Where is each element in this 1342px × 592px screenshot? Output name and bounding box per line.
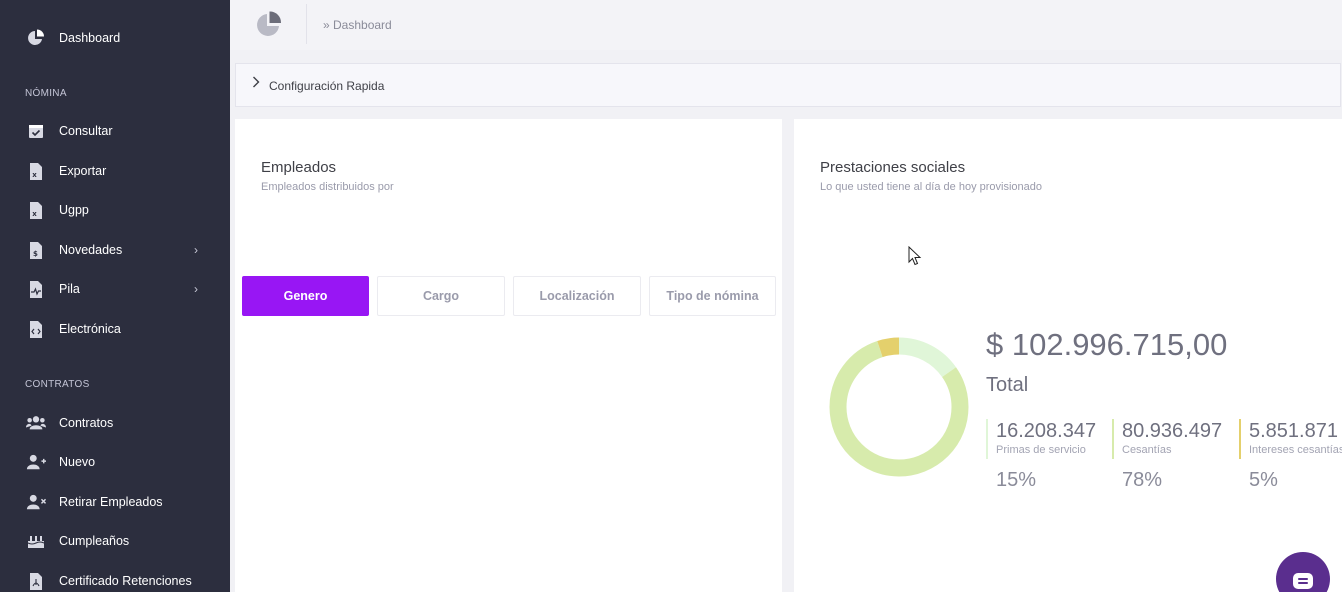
stat-cesantias: 80.936.497 Cesantías (1112, 419, 1222, 459)
money-file-icon: $ (26, 240, 46, 260)
tab-localizacion[interactable]: Localización (513, 276, 641, 316)
stat-value: 80.936.497 (1122, 420, 1223, 442)
top-header: » Dashboard (230, 0, 1342, 50)
stat-name: Intereses cesantías (1249, 444, 1342, 456)
user-plus-icon (26, 452, 46, 472)
sidebar-section-contratos: CONTRATOS (25, 379, 90, 390)
user-remove-icon (26, 492, 46, 512)
sidebar-item-cumpleanos[interactable]: Cumpleaños (0, 523, 230, 559)
empleados-subtitle: Empleados distribuidos por (261, 181, 394, 193)
sidebar-item-electronica[interactable]: Electrónica (0, 311, 230, 347)
prestaciones-title: Prestaciones sociales (820, 159, 966, 176)
sidebar-item-label: Electrónica (59, 322, 121, 336)
quick-config-toggle[interactable]: Configuración Rapida (235, 63, 1341, 107)
sidebar-item-pila[interactable]: Pila › (0, 271, 230, 307)
stat-name: Cesantías (1122, 444, 1172, 456)
tab-genero[interactable]: Genero (242, 276, 369, 316)
pdf-file-icon (26, 571, 46, 591)
sidebar-item-label: Dashboard (59, 31, 121, 45)
sidebar-item-label: Consultar (59, 124, 113, 138)
stat-percent: 78% (1122, 469, 1163, 491)
tab-tipo-de-nomina[interactable]: Tipo de nómina (649, 276, 776, 316)
stat-percent: 5% (1249, 469, 1278, 491)
sidebar-item-retirar-empleados[interactable]: Retirar Empleados (0, 484, 230, 520)
sidebar-item-label: Nuevo (59, 455, 96, 469)
users-icon (26, 413, 46, 433)
tab-cargo[interactable]: Cargo (377, 276, 505, 316)
total-label: Total (986, 374, 1029, 396)
chat-bubble-icon (1293, 573, 1313, 589)
excel-file-icon: x (26, 161, 46, 181)
chevron-right-icon: › (194, 282, 198, 296)
prestaciones-subtitle: Lo que usted tiene al día de hoy provisi… (820, 181, 1042, 193)
stat-percent: 15% (996, 469, 1037, 491)
stat-value: 5.851.871 (1249, 420, 1338, 442)
sidebar-item-label: Pila (59, 282, 80, 296)
sidebar-item-ugpp[interactable]: x Ugpp (0, 192, 230, 228)
excel-file-icon: x (26, 200, 46, 220)
chevron-right-icon (252, 76, 260, 91)
sidebar-item-novedades[interactable]: $ Novedades › (0, 232, 230, 268)
sidebar-item-exportar[interactable]: x Exportar (0, 153, 230, 189)
sidebar-item-label: Retirar Empleados (59, 495, 163, 509)
chevron-right-icon: › (194, 243, 198, 257)
code-file-icon (26, 319, 46, 339)
sidebar-item-certificado-retenciones[interactable]: Certificado Retenciones (0, 563, 230, 592)
breadcrumb[interactable]: » Dashboard (323, 18, 392, 32)
sidebar-section-nomina: NÓMINA (25, 88, 67, 99)
empleados-title: Empleados (261, 159, 337, 176)
stat-primas: 16.208.347 Primas de servicio (986, 419, 1096, 459)
sidebar-item-label: Exportar (59, 164, 107, 178)
total-amount: $ 102.996.715,00 (986, 327, 1228, 362)
sidebar-item-label: Cumpleaños (59, 534, 130, 548)
sidebar-item-contratos[interactable]: Contratos (0, 405, 230, 441)
svg-text:x: x (32, 210, 37, 218)
empleados-card: Empleados Empleados distribuidos por Gen… (235, 119, 782, 592)
sidebar-item-dashboard[interactable]: Dashboard (0, 20, 230, 56)
header-divider (306, 4, 307, 44)
sidebar-item-label: Certificado Retenciones (59, 574, 192, 588)
sidebar-item-label: Ugpp (59, 203, 89, 217)
sidebar-item-nuevo[interactable]: Nuevo (0, 444, 230, 480)
svg-text:$: $ (33, 250, 38, 258)
prestaciones-card: Prestaciones sociales Lo que usted tiene… (794, 119, 1342, 592)
svg-text:x: x (32, 171, 37, 179)
pie-chart-icon (26, 28, 46, 48)
sidebar-item-label: Novedades (59, 243, 123, 257)
sidebar-item-consultar[interactable]: Consultar (0, 113, 230, 149)
pie-chart-logo-icon[interactable] (254, 10, 284, 40)
stat-value: 16.208.347 (996, 420, 1097, 442)
quick-config-label: Configuración Rapida (269, 79, 385, 93)
stat-intereses-cesantias: 5.851.871 Intereses cesantías (1239, 419, 1342, 459)
pulse-file-icon (26, 279, 46, 299)
prestaciones-donut-chart (829, 337, 969, 477)
stat-name: Primas de servicio (996, 444, 1086, 456)
mouse-cursor-icon (908, 246, 922, 266)
sidebar: Dashboard NÓMINA Consultar x Exportar x … (0, 0, 230, 592)
birthday-cake-icon (26, 531, 46, 551)
calendar-check-icon (26, 121, 46, 141)
sidebar-item-label: Contratos (59, 416, 114, 430)
